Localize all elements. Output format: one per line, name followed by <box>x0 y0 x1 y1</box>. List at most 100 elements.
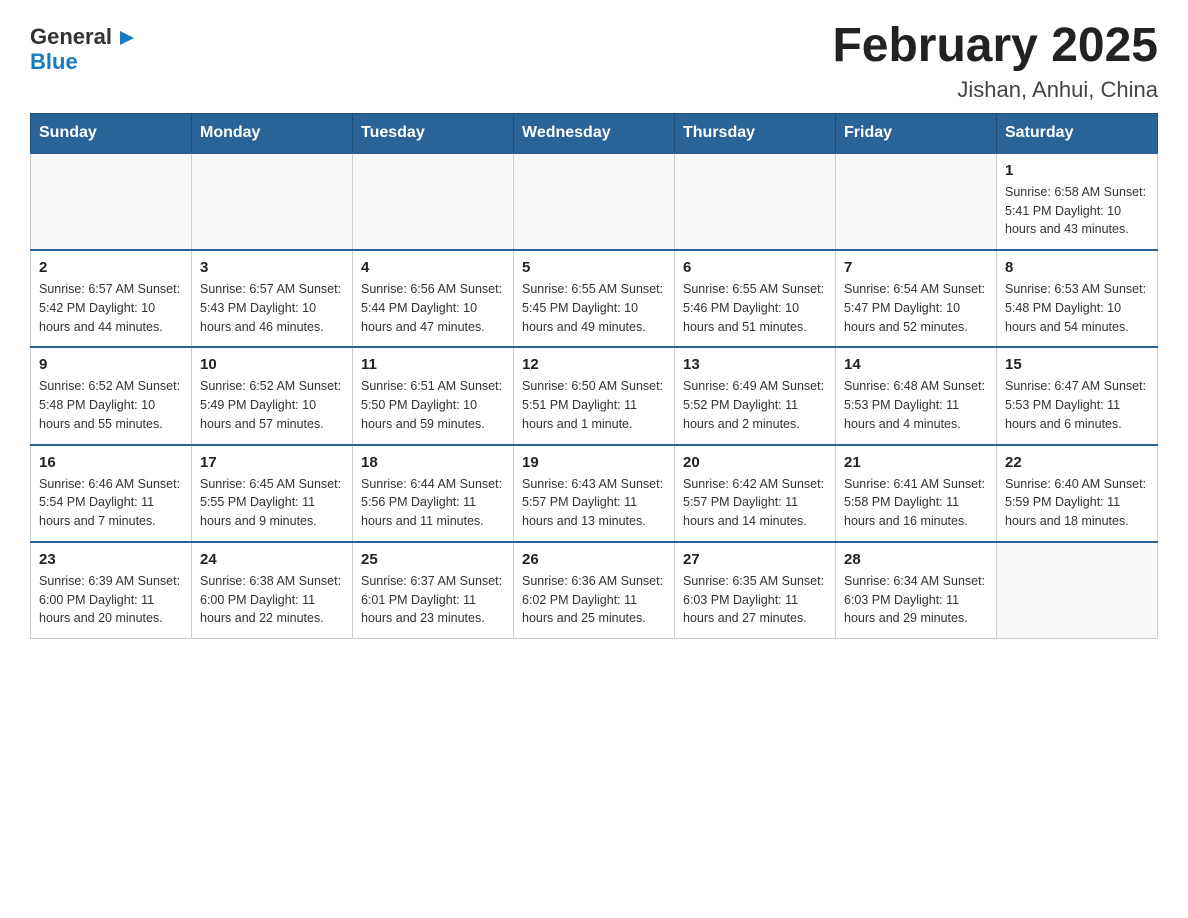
day-cell: 2 Sunrise: 6:57 AM Sunset: 5:42 PM Daylig… <box>31 250 192 347</box>
page-header: General Blue February 2025 Jishan, Anhui… <box>30 20 1158 103</box>
day-number: 7 <box>844 259 988 276</box>
day-number: 19 <box>522 454 666 471</box>
calendar-subtitle: Jishan, Anhui, China <box>832 77 1158 103</box>
logo-blue-text: Blue <box>30 51 78 73</box>
day-info: Sunrise: 6:37 AM Sunset: 6:01 PM Dayligh… <box>361 572 505 628</box>
day-cell: 26 Sunrise: 6:36 AM Sunset: 6:02 PM Dayli… <box>514 542 675 639</box>
day-number: 16 <box>39 454 183 471</box>
day-info: Sunrise: 6:52 AM Sunset: 5:48 PM Dayligh… <box>39 377 183 433</box>
day-number: 14 <box>844 356 988 373</box>
day-number: 17 <box>200 454 344 471</box>
day-number: 15 <box>1005 356 1149 373</box>
week-row-1: 1 Sunrise: 6:58 AM Sunset: 5:41 PM Daylig… <box>31 153 1158 250</box>
day-cell: 8Sunrise: 6:53 AM Sunset: 5:48 PM Daylig… <box>997 250 1158 347</box>
day-number: 27 <box>683 551 827 568</box>
day-number: 8 <box>1005 259 1149 276</box>
calendar-table: Sunday Monday Tuesday Wednesday Thursday… <box>30 113 1158 639</box>
day-info: Sunrise: 6:57 AM Sunset: 5:42 PM Dayligh… <box>39 280 183 336</box>
day-number: 4 <box>361 259 505 276</box>
header-saturday: Saturday <box>997 113 1158 153</box>
day-info: Sunrise: 6:54 AM Sunset: 5:47 PM Dayligh… <box>844 280 988 336</box>
day-cell: 5Sunrise: 6:55 AM Sunset: 5:45 PM Daylig… <box>514 250 675 347</box>
day-info: Sunrise: 6:52 AM Sunset: 5:49 PM Dayligh… <box>200 377 344 433</box>
header-wednesday: Wednesday <box>514 113 675 153</box>
header-friday: Friday <box>836 113 997 153</box>
day-cell: 27Sunrise: 6:35 AM Sunset: 6:03 PM Dayli… <box>675 542 836 639</box>
week-row-2: 2 Sunrise: 6:57 AM Sunset: 5:42 PM Daylig… <box>31 250 1158 347</box>
day-cell: 13Sunrise: 6:49 AM Sunset: 5:52 PM Dayli… <box>675 347 836 444</box>
day-number: 28 <box>844 551 988 568</box>
day-info: Sunrise: 6:57 AM Sunset: 5:43 PM Dayligh… <box>200 280 344 336</box>
day-cell: 11 Sunrise: 6:51 AM Sunset: 5:50 PM Dayli… <box>353 347 514 444</box>
day-number: 10 <box>200 356 344 373</box>
day-cell: 23 Sunrise: 6:39 AM Sunset: 6:00 PM Dayli… <box>31 542 192 639</box>
day-info: Sunrise: 6:48 AM Sunset: 5:53 PM Dayligh… <box>844 377 988 433</box>
day-cell: 24 Sunrise: 6:38 AM Sunset: 6:00 PM Dayli… <box>192 542 353 639</box>
day-info: Sunrise: 6:44 AM Sunset: 5:56 PM Dayligh… <box>361 475 505 531</box>
day-number: 23 <box>39 551 183 568</box>
day-number: 24 <box>200 551 344 568</box>
day-info: Sunrise: 6:39 AM Sunset: 6:00 PM Dayligh… <box>39 572 183 628</box>
day-info: Sunrise: 6:38 AM Sunset: 6:00 PM Dayligh… <box>200 572 344 628</box>
day-info: Sunrise: 6:56 AM Sunset: 5:44 PM Dayligh… <box>361 280 505 336</box>
day-number: 1 <box>1005 162 1149 179</box>
logo-general-text: General <box>30 26 112 48</box>
day-number: 22 <box>1005 454 1149 471</box>
day-cell <box>675 153 836 250</box>
day-info: Sunrise: 6:42 AM Sunset: 5:57 PM Dayligh… <box>683 475 827 531</box>
day-info: Sunrise: 6:46 AM Sunset: 5:54 PM Dayligh… <box>39 475 183 531</box>
day-info: Sunrise: 6:51 AM Sunset: 5:50 PM Dayligh… <box>361 377 505 433</box>
header-tuesday: Tuesday <box>353 113 514 153</box>
day-info: Sunrise: 6:50 AM Sunset: 5:51 PM Dayligh… <box>522 377 666 433</box>
day-cell: 14 Sunrise: 6:48 AM Sunset: 5:53 PM Dayli… <box>836 347 997 444</box>
day-cell: 6 Sunrise: 6:55 AM Sunset: 5:46 PM Daylig… <box>675 250 836 347</box>
day-cell: 18 Sunrise: 6:44 AM Sunset: 5:56 PM Dayli… <box>353 445 514 542</box>
day-info: Sunrise: 6:41 AM Sunset: 5:58 PM Dayligh… <box>844 475 988 531</box>
title-area: February 2025 Jishan, Anhui, China <box>832 20 1158 103</box>
day-number: 18 <box>361 454 505 471</box>
day-info: Sunrise: 6:34 AM Sunset: 6:03 PM Dayligh… <box>844 572 988 628</box>
logo: General Blue <box>30 20 136 73</box>
week-row-5: 23 Sunrise: 6:39 AM Sunset: 6:00 PM Dayli… <box>31 542 1158 639</box>
day-number: 25 <box>361 551 505 568</box>
day-info: Sunrise: 6:40 AM Sunset: 5:59 PM Dayligh… <box>1005 475 1149 531</box>
day-cell: 9Sunrise: 6:52 AM Sunset: 5:48 PM Daylig… <box>31 347 192 444</box>
day-cell: 19 Sunrise: 6:43 AM Sunset: 5:57 PM Dayli… <box>514 445 675 542</box>
day-cell: 1 Sunrise: 6:58 AM Sunset: 5:41 PM Daylig… <box>997 153 1158 250</box>
week-row-4: 16 Sunrise: 6:46 AM Sunset: 5:54 PM Dayli… <box>31 445 1158 542</box>
day-info: Sunrise: 6:36 AM Sunset: 6:02 PM Dayligh… <box>522 572 666 628</box>
day-cell <box>836 153 997 250</box>
day-cell: 15 Sunrise: 6:47 AM Sunset: 5:53 PM Dayli… <box>997 347 1158 444</box>
day-info: Sunrise: 6:45 AM Sunset: 5:55 PM Dayligh… <box>200 475 344 531</box>
day-cell: 10 Sunrise: 6:52 AM Sunset: 5:49 PM Dayli… <box>192 347 353 444</box>
day-cell: 25 Sunrise: 6:37 AM Sunset: 6:01 PM Dayli… <box>353 542 514 639</box>
day-cell <box>192 153 353 250</box>
header-thursday: Thursday <box>675 113 836 153</box>
day-info: Sunrise: 6:43 AM Sunset: 5:57 PM Dayligh… <box>522 475 666 531</box>
day-info: Sunrise: 6:47 AM Sunset: 5:53 PM Dayligh… <box>1005 377 1149 433</box>
logo-arrow-icon <box>114 27 136 49</box>
day-info: Sunrise: 6:55 AM Sunset: 5:46 PM Dayligh… <box>683 280 827 336</box>
day-cell: 22 Sunrise: 6:40 AM Sunset: 5:59 PM Dayli… <box>997 445 1158 542</box>
day-cell: 7 Sunrise: 6:54 AM Sunset: 5:47 PM Daylig… <box>836 250 997 347</box>
day-cell: 3 Sunrise: 6:57 AM Sunset: 5:43 PM Daylig… <box>192 250 353 347</box>
day-number: 2 <box>39 259 183 276</box>
day-cell <box>353 153 514 250</box>
day-number: 26 <box>522 551 666 568</box>
day-cell: 20 Sunrise: 6:42 AM Sunset: 5:57 PM Dayli… <box>675 445 836 542</box>
day-number: 3 <box>200 259 344 276</box>
calendar-title: February 2025 <box>832 20 1158 73</box>
weekday-header-row: Sunday Monday Tuesday Wednesday Thursday… <box>31 113 1158 153</box>
day-number: 21 <box>844 454 988 471</box>
day-number: 13 <box>683 356 827 373</box>
day-info: Sunrise: 6:58 AM Sunset: 5:41 PM Dayligh… <box>1005 183 1149 239</box>
day-cell: 17 Sunrise: 6:45 AM Sunset: 5:55 PM Dayli… <box>192 445 353 542</box>
day-cell <box>31 153 192 250</box>
header-monday: Monday <box>192 113 353 153</box>
day-number: 6 <box>683 259 827 276</box>
day-number: 20 <box>683 454 827 471</box>
day-cell: 12 Sunrise: 6:50 AM Sunset: 5:51 PM Dayli… <box>514 347 675 444</box>
day-number: 11 <box>361 356 505 373</box>
day-cell <box>997 542 1158 639</box>
day-number: 12 <box>522 356 666 373</box>
